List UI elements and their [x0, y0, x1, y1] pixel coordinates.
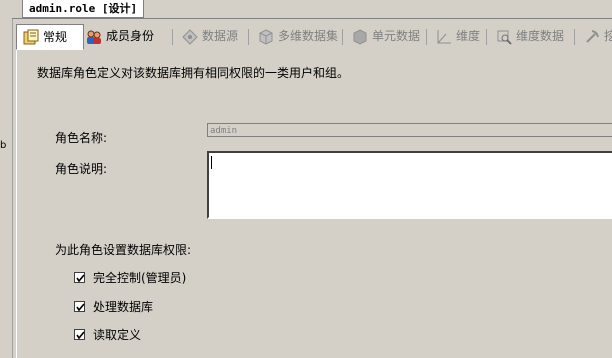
tab-separator: [248, 29, 249, 45]
tab-dimension[interactable]: 维度: [430, 26, 492, 47]
tab-label: 多维数据集: [278, 29, 339, 43]
check-icon: [76, 274, 85, 283]
tab-cell-data[interactable]: 单元数据: [346, 26, 432, 47]
role-description-label: 角色说明:: [55, 162, 108, 176]
permissions-label: 为此角色设置数据库权限:: [55, 243, 192, 257]
tab-separator: [486, 29, 487, 45]
tab-label: 常规: [43, 29, 68, 44]
mining-icon: [584, 29, 600, 45]
tab-label: 挖掘结: [604, 29, 612, 43]
permission-process-database[interactable]: 处理数据库: [74, 298, 153, 315]
tab-label: 数据源: [202, 29, 239, 43]
tab-separator: [342, 29, 343, 45]
checkbox-process-database[interactable]: [74, 301, 85, 312]
tab-mining[interactable]: 挖掘结: [578, 26, 612, 47]
frame-divider: [12, 18, 612, 19]
left-pane-strip: b: [0, 0, 12, 358]
tab-cube[interactable]: 多维数据集: [252, 26, 346, 47]
tab-label: 单元数据: [372, 29, 421, 43]
dimension-data-icon: [496, 29, 512, 45]
tab-label: 成员身份: [106, 29, 155, 43]
role-name-label: 角色名称:: [55, 131, 108, 145]
tab-separator: [574, 29, 575, 45]
tab-membership[interactable]: 成员身份: [80, 26, 174, 47]
datasource-icon: [182, 28, 198, 45]
role-description-text: 数据库角色定义对该数据库拥有相同权限的一类用户和组。: [37, 66, 350, 80]
tab-general[interactable]: 常规: [16, 24, 84, 50]
role-name-input[interactable]: admin: [207, 123, 612, 137]
tab-separator: [172, 29, 173, 45]
cube-icon: [258, 28, 274, 45]
general-panel: 数据库角色定义对该数据库拥有相同权限的一类用户和组。 角色名称: admin 角…: [16, 48, 612, 358]
left-pane-fragment: b: [0, 140, 7, 151]
designer-tabstrip: 常规 成员身份 数据源 多维数据集 单元数据 维度 维度数据 挖: [16, 24, 612, 50]
tab-separator: [426, 29, 427, 45]
left-edge-divider: [12, 19, 13, 358]
permission-read-definition[interactable]: 读取定义: [74, 326, 141, 343]
dimension-icon: [436, 29, 452, 45]
checkbox-label: 完全控制(管理员): [93, 271, 187, 285]
general-icon: [23, 29, 39, 45]
tab-label: 维度数据: [516, 29, 565, 43]
check-icon: [76, 303, 85, 312]
checkbox-label: 处理数据库: [93, 300, 154, 314]
permission-full-control[interactable]: 完全控制(管理员): [74, 269, 186, 286]
text-caret: [211, 156, 212, 169]
check-icon: [76, 331, 85, 340]
checkbox-full-control[interactable]: [74, 272, 85, 283]
checkbox-read-definition[interactable]: [74, 329, 85, 340]
role-description-textarea[interactable]: [207, 151, 612, 219]
members-icon: [86, 29, 102, 45]
checkbox-label: 读取定义: [93, 328, 142, 342]
cell-data-icon: [352, 28, 368, 45]
tab-label: 维度: [456, 29, 481, 43]
tab-datasource[interactable]: 数据源: [176, 26, 254, 47]
document-tab[interactable]: admin.role [设计]: [22, 0, 145, 18]
tab-dimension-data[interactable]: 维度数据: [490, 26, 580, 47]
